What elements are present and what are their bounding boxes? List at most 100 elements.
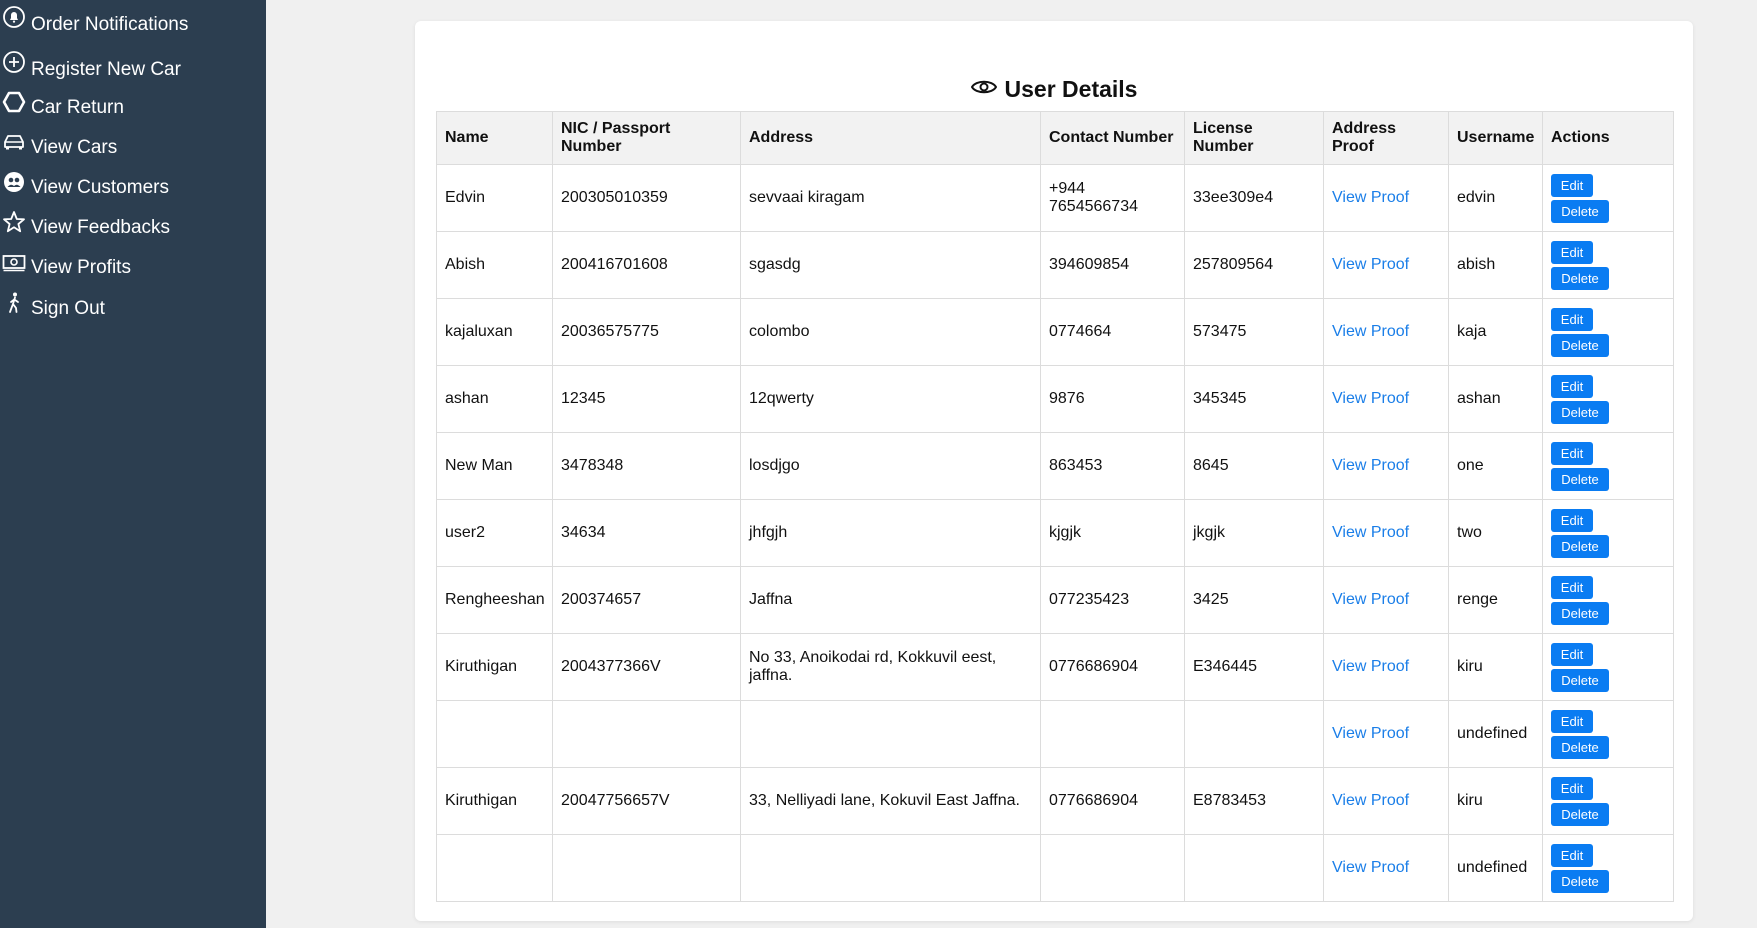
sidebar-item-view-customers[interactable]: View Customers: [0, 169, 266, 209]
edit-button[interactable]: Edit: [1551, 642, 1593, 666]
cell-username: one: [1448, 432, 1543, 500]
delete-button[interactable]: Delete: [1551, 333, 1609, 357]
delete-button[interactable]: Delete: [1551, 534, 1609, 558]
cell-address: [740, 700, 1041, 768]
cell-actions: Edit Delete: [1542, 298, 1674, 366]
cell-address-proof: View Proof: [1323, 432, 1449, 500]
view-proof-link[interactable]: View Proof: [1332, 390, 1409, 407]
cell-nic: 3478348: [552, 432, 741, 500]
view-proof-link[interactable]: View Proof: [1332, 591, 1409, 608]
table-row: ashan 12345 12qwerty 9876 345345 View Proof as…: [436, 365, 1674, 433]
table-row: Abish 200416701608 sgasdg 394609854 25780956…: [436, 231, 1674, 299]
cell-address-proof: View Proof: [1323, 231, 1449, 299]
view-proof-link[interactable]: View Proof: [1332, 189, 1409, 206]
cell-username: two: [1448, 499, 1543, 567]
delete-button[interactable]: Delete: [1551, 199, 1609, 223]
cell-contact: 0776686904: [1040, 633, 1185, 701]
cell-contact: 0776686904: [1040, 767, 1185, 835]
plus-circle-icon: [2, 49, 26, 75]
delete-button[interactable]: Delete: [1551, 869, 1609, 893]
cell-address-proof: View Proof: [1323, 566, 1449, 634]
cell-name: ashan: [436, 365, 553, 433]
edit-button[interactable]: Edit: [1551, 307, 1593, 331]
cell-address: colombo: [740, 298, 1041, 366]
view-proof-link[interactable]: View Proof: [1332, 524, 1409, 541]
sidebar-item-car-return[interactable]: Car Return: [0, 89, 266, 129]
cell-actions: Edit Delete: [1542, 700, 1674, 768]
cell-license: [1184, 700, 1324, 768]
table-row: Kiruthigan 20047756657V 33, Nelliyadi lane…: [436, 767, 1674, 835]
table-row: View Proof undefined Edit Delete: [436, 834, 1674, 902]
sidebar-item-label: Register New Car: [31, 59, 181, 80]
sidebar-item-view-cars[interactable]: View Cars: [0, 129, 266, 169]
delete-button[interactable]: Delete: [1551, 266, 1609, 290]
cell-address-proof: View Proof: [1323, 633, 1449, 701]
cell-license: 8645: [1184, 432, 1324, 500]
edit-button[interactable]: Edit: [1551, 173, 1593, 197]
cell-license: E346445: [1184, 633, 1324, 701]
view-proof-link[interactable]: View Proof: [1332, 323, 1409, 340]
view-proof-link[interactable]: View Proof: [1332, 256, 1409, 273]
edit-button[interactable]: Edit: [1551, 441, 1593, 465]
hexagon-icon: [2, 89, 26, 115]
cell-address-proof: View Proof: [1323, 700, 1449, 768]
view-proof-link[interactable]: View Proof: [1332, 859, 1409, 876]
cell-actions: Edit Delete: [1542, 834, 1674, 902]
cell-username: undefined: [1448, 834, 1543, 902]
column-header-address-proof: Address Proof: [1323, 111, 1449, 165]
cell-nic: 200374657: [552, 566, 741, 634]
sidebar-item-register-new-car[interactable]: Register New Car: [0, 49, 266, 89]
cell-actions: Edit Delete: [1542, 633, 1674, 701]
cell-username: kiru: [1448, 767, 1543, 835]
view-proof-link[interactable]: View Proof: [1332, 457, 1409, 474]
edit-button[interactable]: Edit: [1551, 508, 1593, 532]
cell-address-proof: View Proof: [1323, 767, 1449, 835]
edit-button[interactable]: Edit: [1551, 240, 1593, 264]
cell-address: sevvaai kiragam: [740, 164, 1041, 232]
sidebar: Order Notifications Register New Car Car R…: [0, 0, 266, 928]
view-proof-link[interactable]: View Proof: [1332, 658, 1409, 675]
column-header-name: Name: [436, 111, 553, 165]
sidebar-item-view-feedbacks[interactable]: View Feedbacks: [0, 209, 266, 249]
bell-icon: [2, 4, 26, 30]
cell-nic: 20036575775: [552, 298, 741, 366]
sidebar-item-order-notifications[interactable]: Order Notifications: [0, 4, 266, 44]
table-row: Rengheeshan 200374657 Jaffna 077235423 3425 V…: [436, 566, 1674, 634]
cell-actions: Edit Delete: [1542, 566, 1674, 634]
customers-icon: [2, 169, 26, 195]
cell-actions: Edit Delete: [1542, 499, 1674, 567]
cell-actions: Edit Delete: [1542, 231, 1674, 299]
cell-address: 12qwerty: [740, 365, 1041, 433]
cell-license: 3425: [1184, 566, 1324, 634]
edit-button[interactable]: Edit: [1551, 709, 1593, 733]
delete-button[interactable]: Delete: [1551, 400, 1609, 424]
delete-button[interactable]: Delete: [1551, 467, 1609, 491]
column-header-contact: Contact Number: [1040, 111, 1185, 165]
delete-button[interactable]: Delete: [1551, 802, 1609, 826]
cell-nic: 2004377366V: [552, 633, 741, 701]
edit-button[interactable]: Edit: [1551, 843, 1593, 867]
sidebar-item-label: Sign Out: [31, 298, 105, 319]
view-proof-link[interactable]: View Proof: [1332, 792, 1409, 809]
edit-button[interactable]: Edit: [1551, 575, 1593, 599]
cell-contact: +944 7654566734: [1040, 164, 1185, 232]
cell-name: [436, 700, 553, 768]
cell-username: kaja: [1448, 298, 1543, 366]
cell-username: ashan: [1448, 365, 1543, 433]
view-proof-link[interactable]: View Proof: [1332, 725, 1409, 742]
cell-actions: Edit Delete: [1542, 365, 1674, 433]
cell-name: Edvin: [436, 164, 553, 232]
sidebar-item-view-profits[interactable]: View Profits: [0, 249, 266, 289]
cell-license: 345345: [1184, 365, 1324, 433]
sidebar-item-sign-out[interactable]: Sign Out: [0, 290, 266, 330]
edit-button[interactable]: Edit: [1551, 776, 1593, 800]
sidebar-item-label: View Customers: [31, 177, 169, 198]
cell-license: [1184, 834, 1324, 902]
edit-button[interactable]: Edit: [1551, 374, 1593, 398]
delete-button[interactable]: Delete: [1551, 735, 1609, 759]
cell-name: Abish: [436, 231, 553, 299]
cell-license: 257809564: [1184, 231, 1324, 299]
cell-username: abish: [1448, 231, 1543, 299]
delete-button[interactable]: Delete: [1551, 668, 1609, 692]
delete-button[interactable]: Delete: [1551, 601, 1609, 625]
